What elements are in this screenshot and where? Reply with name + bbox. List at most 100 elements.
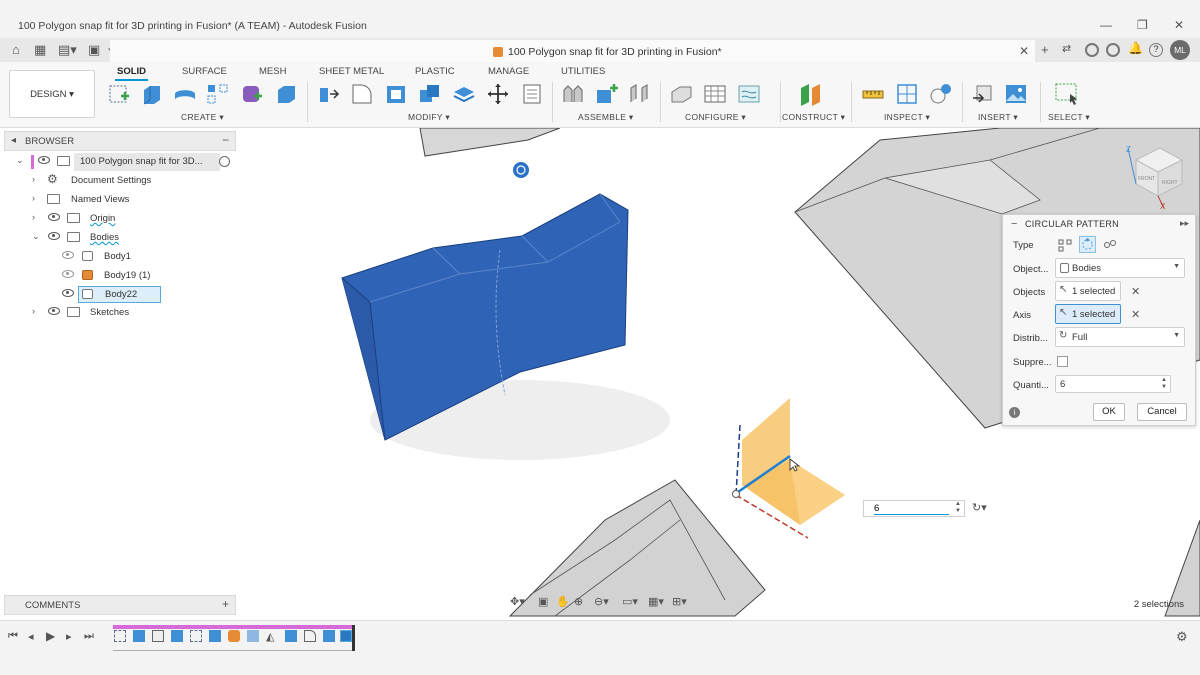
visibility-eye-icon[interactable] <box>48 213 60 221</box>
visibility-eye-icon[interactable] <box>48 307 60 315</box>
workspace-switcher[interactable]: DESIGN ▾ <box>9 70 95 118</box>
document-tab[interactable]: 100 Polygon snap fit for 3D printing in … <box>110 38 1035 62</box>
group-modify[interactable]: MODIFY ▾ <box>408 112 450 123</box>
job-status-icon[interactable] <box>1106 43 1120 57</box>
visibility-eye-icon[interactable] <box>38 156 50 164</box>
tab-mesh[interactable]: MESH <box>259 66 286 77</box>
tree-item-body1[interactable]: Body1 <box>14 248 236 266</box>
create-form-icon[interactable] <box>240 82 264 106</box>
hidden-eye-icon[interactable] <box>62 251 74 259</box>
browser-panel-header[interactable]: ◂ BROWSER − <box>4 131 236 151</box>
move-icon[interactable] <box>486 82 510 106</box>
timeline-extrude-icon[interactable] <box>323 630 335 642</box>
expand-dialog-icon[interactable]: ▸▸ <box>1180 218 1189 229</box>
collapse-panel-icon[interactable]: ◂ <box>11 135 16 146</box>
timeline-playhead[interactable] <box>352 625 355 651</box>
change-parameters-icon[interactable] <box>520 82 544 106</box>
activate-radio-icon[interactable] <box>219 156 230 167</box>
revolve-icon[interactable] <box>173 82 197 106</box>
comments-panel[interactable]: COMMENTS + <box>4 595 236 615</box>
interference-icon[interactable] <box>895 82 919 106</box>
home-icon[interactable]: ⌂ <box>12 42 20 57</box>
expand-arrow-icon[interactable]: › <box>32 306 35 316</box>
flip-direction-icon[interactable]: ↻▾ <box>972 501 987 514</box>
visibility-eye-icon[interactable] <box>62 289 74 297</box>
fit-icon[interactable]: ⊖▾ <box>594 595 609 608</box>
timeline-extrude-icon[interactable] <box>285 630 297 642</box>
visibility-eye-icon[interactable] <box>48 232 60 240</box>
group-insert[interactable]: INSERT ▾ <box>978 112 1018 123</box>
tree-item-named-views[interactable]: › Named Views <box>14 191 236 209</box>
save-icon[interactable]: ▣ <box>88 42 100 58</box>
quantity-spinner-icon[interactable]: ▲ ▼ <box>955 501 961 515</box>
extrude-icon[interactable] <box>140 82 164 106</box>
measure-icon[interactable] <box>861 82 885 106</box>
tab-surface[interactable]: SURFACE <box>182 66 227 77</box>
group-configure[interactable]: CONFIGURE ▾ <box>685 112 746 123</box>
quantity-input[interactable]: 6 ▲ ▼ <box>1055 375 1171 393</box>
tab-manage[interactable]: MANAGE <box>488 66 529 77</box>
section-analysis-icon[interactable] <box>929 82 953 106</box>
minimize-button[interactable]: — <box>1100 18 1112 32</box>
configuration-rules-icon[interactable] <box>737 82 761 106</box>
suppress-checkbox[interactable] <box>1057 356 1068 367</box>
maximize-button[interactable]: ❐ <box>1137 18 1148 32</box>
joint-icon[interactable] <box>594 82 618 106</box>
grid-apps-icon[interactable]: ▦ <box>34 42 46 58</box>
file-menu-icon[interactable]: ▤▾ <box>58 42 77 58</box>
pan-icon[interactable]: ✋ <box>556 595 570 608</box>
joint-origin-icon[interactable] <box>513 162 529 178</box>
tree-item-document-settings[interactable]: › ⚙ Document Settings <box>14 172 236 190</box>
timeline-pattern-icon[interactable] <box>340 630 352 642</box>
offset-plane-icon[interactable] <box>799 82 823 106</box>
tab-plastic[interactable]: PLASTIC <box>415 66 455 77</box>
type-features-icon[interactable] <box>1057 237 1073 253</box>
go-to-end-icon[interactable]: ⏭ <box>84 630 94 643</box>
tab-utilities[interactable]: UTILITIES <box>561 66 605 77</box>
type-faces-icon[interactable] <box>1079 236 1096 253</box>
grid-settings-icon[interactable]: ▦▾ <box>648 595 664 608</box>
sync-icon[interactable]: ⇄ <box>1062 42 1071 55</box>
object-type-select[interactable]: Bodies ▼ <box>1055 258 1185 278</box>
look-at-icon[interactable]: ▣ <box>538 595 548 608</box>
timeline-extrude-icon[interactable] <box>171 630 183 642</box>
group-assemble[interactable]: ASSEMBLE ▾ <box>578 112 633 123</box>
group-select[interactable]: SELECT ▾ <box>1048 112 1090 123</box>
add-comment-icon[interactable]: + <box>222 597 229 611</box>
timeline-sketch-icon[interactable] <box>190 630 202 642</box>
timeline-extrude-icon[interactable] <box>209 630 221 642</box>
timeline-extrude-icon[interactable] <box>133 630 145 642</box>
timeline-fillet-icon[interactable] <box>304 630 316 642</box>
tree-root[interactable]: ⌄ 100 Polygon snap fit for 3D... <box>14 153 236 171</box>
timeline-sketch-icon[interactable] <box>152 630 164 642</box>
group-construct[interactable]: CONSTRUCT ▾ <box>782 112 845 123</box>
help-icon[interactable]: ? <box>1149 43 1163 57</box>
as-built-joint-icon[interactable] <box>628 82 652 106</box>
expand-arrow-icon[interactable]: › <box>32 193 35 203</box>
axis-selector[interactable]: ↖ 1 selected <box>1055 304 1121 324</box>
step-forward-icon[interactable]: ▸ <box>66 630 72 643</box>
hidden-eye-icon[interactable] <box>62 270 74 278</box>
extensions-icon[interactable] <box>1085 43 1099 57</box>
tab-solid[interactable]: SOLID <box>114 66 149 81</box>
info-icon[interactable]: i <box>1009 407 1020 418</box>
tree-item-origin[interactable]: › Origin <box>14 210 236 228</box>
timeline-component-icon[interactable] <box>228 630 240 642</box>
expand-arrow-icon[interactable]: › <box>32 212 35 222</box>
timeline-mirror-icon[interactable]: ◭ <box>266 630 274 643</box>
display-settings-icon[interactable]: ▭▾ <box>622 595 638 608</box>
timeline-sketch-icon[interactable] <box>114 630 126 642</box>
tree-item-body22[interactable]: Body22 <box>14 286 236 304</box>
collapse-arrow-icon[interactable]: ⌄ <box>16 155 24 166</box>
box-icon[interactable] <box>274 82 298 106</box>
objects-selector[interactable]: ↖ 1 selected <box>1055 281 1121 301</box>
tree-item-body19[interactable]: Body19 (1) <box>14 267 236 285</box>
go-to-start-icon[interactable]: ⏮ <box>8 630 18 643</box>
timeline-split-icon[interactable] <box>247 630 259 642</box>
configuration-table-icon[interactable] <box>703 82 727 106</box>
insert-derive-icon[interactable] <box>971 82 995 106</box>
close-tab-icon[interactable]: ✕ <box>1019 44 1029 58</box>
fillet-icon[interactable] <box>350 82 374 106</box>
close-window-button[interactable]: ✕ <box>1174 18 1184 32</box>
inline-quantity-input[interactable] <box>874 502 949 515</box>
